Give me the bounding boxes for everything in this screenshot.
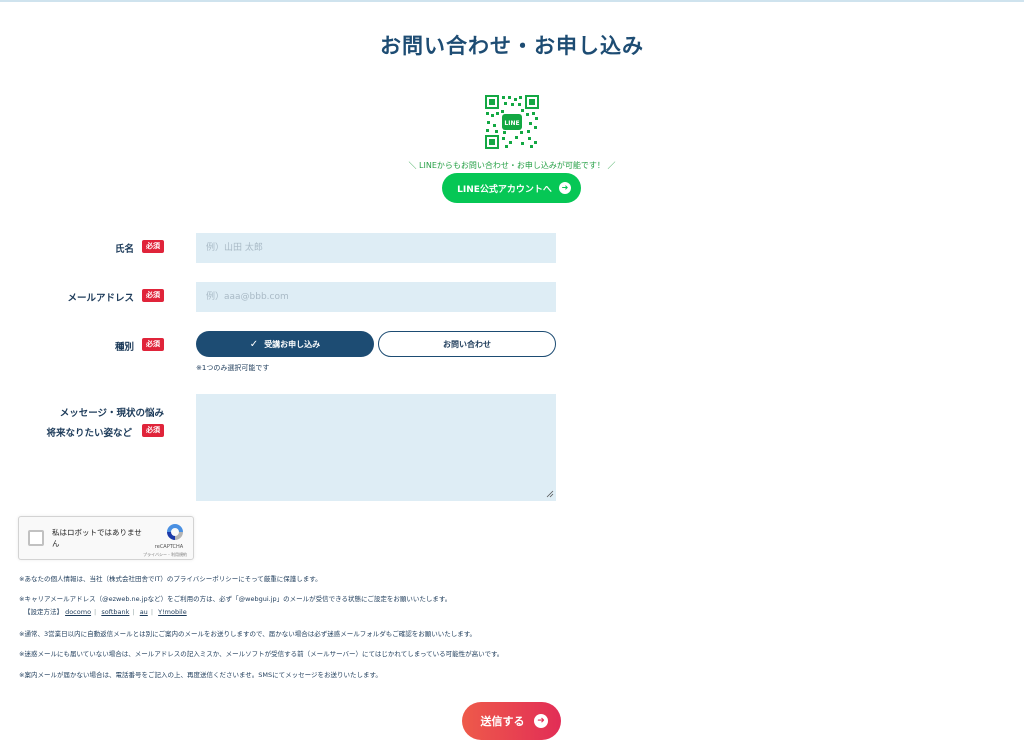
recaptcha-logo-icon	[167, 524, 183, 540]
privacy-note: ※あなたの個人情報は、当社（株式会社田舎でIT）のプライバシーポリシーにそって厳…	[19, 575, 322, 583]
page-title: お問い合わせ・お申し込み	[380, 34, 644, 58]
arrow-circle-icon: ➜	[559, 182, 571, 194]
recaptcha-widget: 私はロボットではありません reCAPTCHA プライバシー - 利用規約	[18, 516, 194, 560]
arrow-circle-icon: ➜	[534, 714, 548, 728]
message-textarea[interactable]	[196, 394, 556, 501]
required-badge: 必須	[142, 338, 164, 351]
recaptcha-brand: reCAPTCHA	[154, 544, 184, 550]
line-qr-code-icon: LINE	[485, 95, 539, 149]
top-border	[0, 0, 1024, 2]
spam-note: ※迷惑メールにも届いていない場合は、メールアドレスの記入ミスか、メールソフトが受…	[19, 650, 504, 658]
submit-label: 送信する	[480, 715, 525, 728]
required-badge: 必須	[142, 289, 164, 302]
recaptcha-checkbox[interactable]	[28, 530, 44, 546]
link-au[interactable]: au	[140, 608, 148, 616]
name-input[interactable]	[196, 233, 556, 263]
sms-note: ※案内メールが届かない場合は、電話番号をご記入の上、再度送信くださいませ。SMS…	[19, 671, 382, 679]
type-option-label: お問い合わせ	[443, 339, 491, 349]
link-softbank[interactable]: softbank	[101, 608, 129, 616]
auto-reply-note: ※通常、3営業日以内に自動返信メールとは別にご案内のメールをお送りしますので、届…	[19, 630, 477, 638]
message-label-line2: 将来なりたい姿など	[46, 428, 132, 439]
type-label: 種別	[114, 342, 134, 353]
carrier-settings-links: 【設定方法】 docomo | softbank | au | Y!mobile	[24, 608, 187, 616]
type-option-label: 受講お申し込み	[264, 339, 321, 349]
line-caption: ＼ LINEからもお問い合わせ・お申し込みが可能です！ ／	[408, 161, 616, 170]
submit-button[interactable]: 送信する ➜	[462, 702, 561, 740]
name-label: 氏名	[114, 244, 134, 255]
email-label: メールアドレス	[67, 293, 134, 304]
line-official-account-button[interactable]: LINE公式アカウントへ ➜	[442, 173, 581, 203]
checkmark-icon: ✓	[249, 338, 259, 350]
recaptcha-terms-link[interactable]: プライバシー - 利用規約	[137, 552, 193, 558]
settings-prefix: 【設定方法】	[24, 608, 63, 616]
type-option-inquiry[interactable]: お問い合わせ	[378, 331, 556, 357]
line-logo-text: LINE	[504, 120, 519, 127]
resize-grip-icon[interactable]	[546, 490, 554, 498]
recaptcha-label: 私はロボットではありません	[52, 528, 142, 548]
link-docomo[interactable]: docomo	[65, 608, 91, 616]
email-input[interactable]	[196, 282, 556, 312]
carrier-note: ※キャリアメールアドレス（@ezweb.ne.jpなど）をご利用の方は、必ず「@…	[19, 595, 452, 603]
type-hint: ※1つのみ選択可能です	[196, 364, 270, 372]
required-badge: 必須	[142, 424, 164, 437]
link-ymobile[interactable]: Y!mobile	[158, 608, 187, 616]
message-label-line1: メッセージ・現状の悩み	[59, 408, 164, 419]
required-badge: 必須	[142, 240, 164, 253]
type-option-enroll[interactable]: ✓ 受講お申し込み	[196, 331, 374, 357]
line-button-label: LINE公式アカウントへ	[457, 184, 552, 195]
